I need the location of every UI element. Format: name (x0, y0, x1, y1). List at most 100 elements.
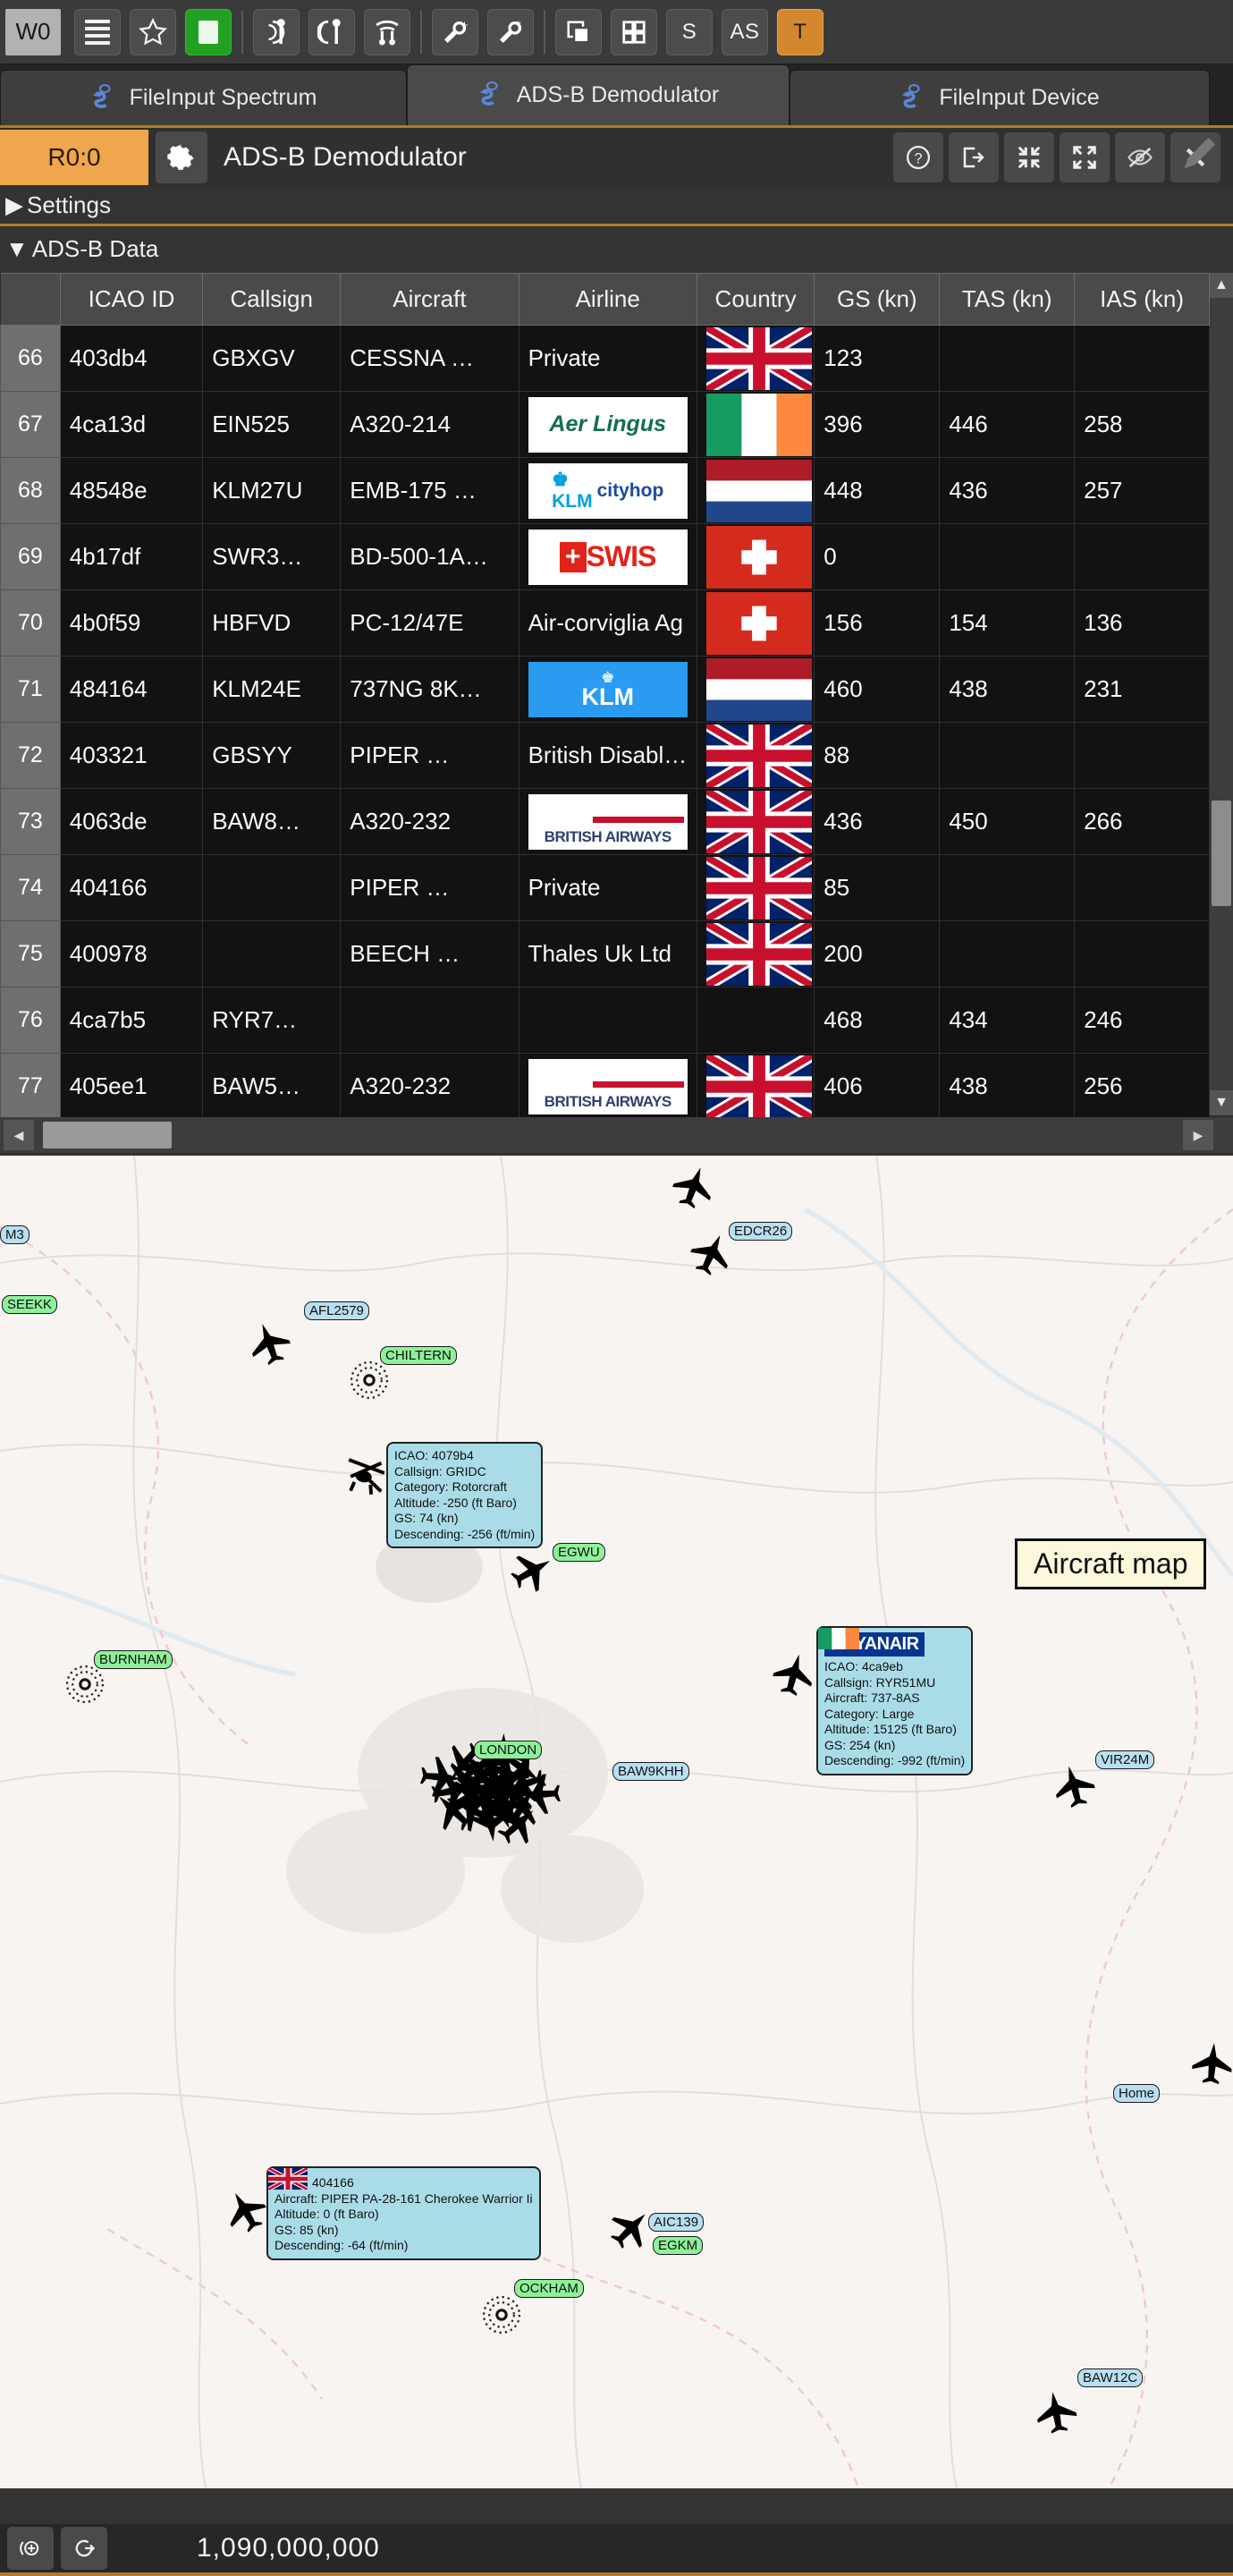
center-frequency-value[interactable]: 1,090,000,000 (197, 2533, 380, 2563)
map-label[interactable]: BAW9KHH (612, 1762, 689, 1781)
add-source-icon[interactable] (7, 2527, 54, 2570)
row-number-cell[interactable]: 66 (0, 325, 61, 392)
row-number-cell[interactable]: 74 (0, 854, 61, 921)
table-row[interactable]: 73 4063de BAW8… A320-232 BRITISH AIRWAYS 436 4… (0, 788, 1210, 855)
aircraft-info-popup[interactable]: ♫RYANAIR ICAO: 4ca9eb Callsign: RYR51MU Ai… (816, 1626, 974, 1775)
column-header-aircraft[interactable]: Aircraft (340, 273, 519, 326)
column-header-callsign[interactable]: Callsign (202, 273, 342, 326)
table-row[interactable]: 71 484164 KLM24E 737NG 8K… ♚ KLM 460 438 231 (0, 656, 1210, 723)
map-label[interactable]: M3 (0, 1225, 30, 1244)
tab-fileinput-spectrum[interactable]: FileInput Spectrum (0, 70, 407, 125)
cell-gs: 0 (814, 523, 941, 590)
map-label[interactable]: BAW12C (1077, 2368, 1144, 2387)
table-vertical-scrollbar[interactable]: ▲ (1210, 273, 1233, 1115)
sdrangel-logo-icon (902, 83, 920, 108)
map-label[interactable]: EDCR26 (729, 1222, 793, 1241)
stream-index-badge[interactable]: R0:0 (0, 129, 148, 185)
map-title-box[interactable]: Aircraft map (1015, 1538, 1207, 1589)
map-label[interactable]: SEEKK (2, 1295, 58, 1314)
table-row[interactable]: 74 404166 PIPER … Private 85 (0, 854, 1210, 921)
aircraft-info-popup[interactable]: ICAO: 404166 Aircraft: PIPER PA-28-161 Ch… (266, 2166, 541, 2260)
tab-adsb-demodulator[interactable]: ADS-B Demodulator (407, 64, 790, 125)
map-label[interactable]: EGWU (553, 1543, 605, 1562)
adsb-aircraft-table[interactable]: ICAO ID Callsign Aircraft Airline Country GS … (0, 273, 1233, 1154)
adsb-data-section-header[interactable]: ▼ ADS-B Data (0, 229, 1233, 269)
map-label[interactable]: EGKM (653, 2236, 704, 2255)
map-label[interactable]: Home (1113, 2084, 1161, 2103)
map-label[interactable]: AIC139 (648, 2213, 705, 2232)
scroll-up-arrow-icon[interactable]: ▲ (1210, 273, 1233, 298)
move-to-workspace-icon[interactable] (949, 131, 999, 182)
airline-logo: BRITISH AIRWAYS (528, 1058, 688, 1114)
add-tx-device-icon[interactable] (308, 8, 355, 55)
map-label[interactable]: VIR24M (1095, 1750, 1155, 1769)
map-label[interactable]: LONDON (474, 1741, 543, 1759)
scroll-right-arrow-icon[interactable]: ▶ (1183, 1120, 1213, 1150)
hide-spectrum-icon[interactable] (1115, 131, 1165, 182)
scroll-down-arrow-icon[interactable]: ▼ (1210, 1090, 1233, 1115)
spectrum-toggle-button[interactable]: S (666, 8, 713, 55)
row-number-cell[interactable]: 67 (0, 391, 61, 458)
tabbed-view-button[interactable]: T (777, 8, 823, 55)
column-header-tas-kn[interactable]: TAS (kn) (939, 273, 1076, 326)
tile-windows-icon[interactable] (611, 8, 657, 55)
row-number-cell[interactable]: 69 (0, 523, 61, 590)
resize-grip-icon[interactable] (1178, 134, 1219, 175)
settings-section-label: Settings (27, 191, 111, 218)
map-label[interactable]: AFL2579 (304, 1301, 369, 1320)
maximize-icon[interactable] (1060, 131, 1110, 182)
feature-preset-icon[interactable]: * (487, 8, 534, 55)
table-row[interactable]: 76 4ca7b5 RYR7… 468 434 246 (0, 987, 1210, 1054)
scroll-left-arrow-icon[interactable]: ◀ (4, 1120, 34, 1150)
row-number-cell[interactable]: 76 (0, 987, 61, 1054)
table-row[interactable]: 69 4b17df SWR3… BD-500-1A… + SWIS 0 (0, 523, 1210, 590)
airline-logo: ♚ KLM cityhop (528, 462, 688, 519)
row-number-cell[interactable]: 75 (0, 920, 61, 987)
map-label[interactable]: BURNHAM (94, 1650, 173, 1669)
add-rx-device-icon[interactable] (253, 8, 300, 55)
table-row[interactable]: 68 48548e KLM27U EMB-175 … ♚ KLM cityhop 448 436… (0, 457, 1210, 524)
table-horizontal-scrollbar[interactable]: ◀ ▶ (0, 1117, 1233, 1153)
stack-windows-icon[interactable] (555, 8, 602, 55)
aircraft-map[interactable]: EDCR26 AFL2579 CHILTERN BURNHAM EGWU LONDON BA… (0, 1156, 1233, 2488)
table-row[interactable]: 72 403321 GBSYY PIPER … British Disabl… 88 (0, 722, 1210, 789)
add-feature-icon[interactable]: + (432, 8, 478, 55)
menu-glyph (85, 19, 110, 45)
column-header-airline[interactable]: Airline (518, 273, 697, 326)
column-header-icao-id[interactable]: ICAO ID (59, 273, 204, 326)
shrink-icon[interactable] (1004, 131, 1054, 182)
row-number-cell[interactable]: 72 (0, 722, 61, 789)
map-label[interactable]: CHILTERN (380, 1346, 457, 1365)
column-header-country[interactable]: Country (696, 273, 815, 326)
map-label[interactable]: OCKHAM (514, 2279, 584, 2298)
row-number-cell[interactable]: 68 (0, 457, 61, 524)
table-row[interactable]: 77 405ee1 BAW5… A320-232 BRITISH AIRWAYS 406 4… (0, 1053, 1210, 1120)
cell-airline: ♚ KLM (518, 656, 697, 723)
row-number-cell[interactable]: 77 (0, 1053, 61, 1120)
menu-icon[interactable] (74, 8, 121, 55)
favorites-star-icon[interactable] (130, 8, 176, 55)
table-row[interactable]: 70 4b0f59 HBFVD PC-12/47E Air-corviglia Ag 15… (0, 589, 1210, 657)
row-number-cell[interactable]: 73 (0, 788, 61, 855)
tab-fileinput-device[interactable]: FileInput Device (790, 70, 1210, 125)
horizontal-scroll-thumb[interactable] (43, 1122, 172, 1148)
table-row[interactable]: 66 403db4 GBXGV CESSNA … Private 123 (0, 325, 1210, 392)
cell-country (696, 987, 815, 1054)
row-number-cell[interactable]: 71 (0, 656, 61, 723)
gear-icon[interactable] (156, 131, 207, 183)
table-row[interactable]: 67 4ca13d EIN525 A320-214 Aer Lingus 396 446 25… (0, 391, 1210, 458)
vertical-scroll-thumb[interactable] (1212, 801, 1231, 906)
table-row[interactable]: 75 400978 BEECH … Thales Uk Ltd 200 (0, 920, 1210, 987)
aircraft-info-popup[interactable]: ICAO: 4079b4 Callsign: GRIDC Category: Rot… (386, 1442, 544, 1548)
stop-button[interactable] (185, 8, 232, 55)
column-header-gs-kn[interactable]: GS (kn) (814, 273, 941, 326)
row-number-cell[interactable]: 70 (0, 589, 61, 657)
add-mimo-device-icon[interactable] (364, 8, 410, 55)
all-spectrum-toggle-button[interactable]: AS (722, 8, 768, 55)
column-header-ias-kn[interactable]: IAS (kn) (1074, 273, 1210, 326)
export-glyph (963, 147, 984, 167)
help-icon[interactable]: ? (893, 131, 943, 182)
rotate-icon[interactable] (61, 2527, 107, 2570)
popup-line-1: Callsign: GRIDC (394, 1463, 486, 1479)
settings-section-header[interactable]: ▶ Settings (0, 186, 1233, 226)
